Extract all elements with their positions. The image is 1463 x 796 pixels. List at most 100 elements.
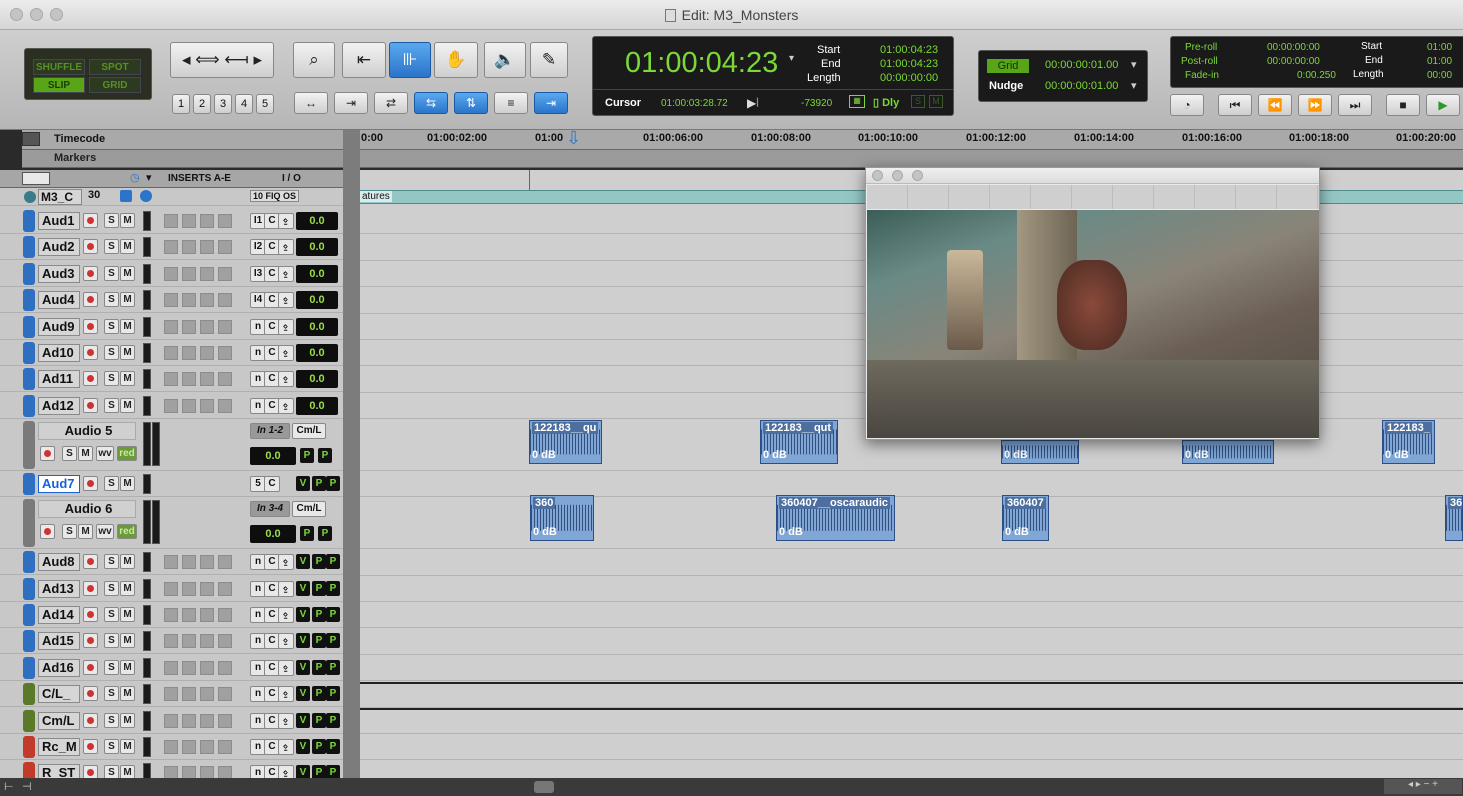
pan-button[interactable]: P — [312, 607, 326, 622]
solo-button[interactable]: S — [104, 239, 119, 255]
pan-button[interactable]: P — [326, 633, 340, 649]
scrubber-tool-icon[interactable]: 🔈 — [484, 42, 526, 78]
insert-slot[interactable] — [200, 608, 214, 622]
counter-dropdown-icon[interactable]: ▾ — [789, 53, 794, 64]
record-enable-icon[interactable] — [83, 345, 98, 360]
insert-slot[interactable] — [218, 555, 232, 570]
voice-button[interactable]: V — [296, 554, 310, 570]
rewind-icon[interactable]: ⏪ — [1258, 94, 1292, 116]
voice-button[interactable]: V — [296, 580, 310, 596]
volume-icon[interactable]: ⍚ — [278, 213, 294, 229]
mute-button[interactable]: M — [78, 446, 93, 462]
horizontal-scrollbar[interactable]: ⊢ ⊣ ◂ ▸ − + — [0, 778, 1463, 796]
pan-button[interactable]: P — [326, 580, 340, 596]
record-enable-icon[interactable] — [83, 476, 98, 492]
waveform-view-button[interactable]: wv — [96, 524, 114, 540]
track-name[interactable]: Audio 6 — [38, 500, 136, 519]
voice-button[interactable]: V — [296, 659, 310, 675]
insert-slot[interactable] — [218, 398, 232, 413]
track-name[interactable]: C/L_ — [38, 685, 80, 704]
insert-slot[interactable] — [182, 398, 196, 413]
zoomer-tool-icon[interactable]: ⌕ — [293, 42, 335, 78]
solo-button[interactable]: S — [104, 397, 119, 413]
insert-slot[interactable] — [182, 240, 196, 255]
track-row[interactable]: Ad11 S Mn C ⍚ 0.0 — [0, 366, 345, 393]
track-row[interactable]: Ad12 S Mn C ⍚ 0.0 — [0, 393, 345, 419]
track-color-bar[interactable] — [23, 577, 35, 600]
record-enable-icon[interactable] — [40, 524, 55, 540]
insert-slot[interactable] — [164, 319, 178, 334]
track-color-bar[interactable] — [23, 709, 35, 732]
volume-icon[interactable]: ⍚ — [278, 686, 294, 703]
insert-slot[interactable] — [182, 372, 196, 387]
solo-button[interactable]: S — [62, 446, 77, 462]
selection-end[interactable]: 01:00:04:23 — [880, 58, 938, 70]
output-selector[interactable]: C — [264, 476, 280, 493]
record-enable-icon[interactable] — [40, 446, 55, 462]
zoom-preset-5[interactable]: 5 — [256, 94, 274, 114]
midi-input-icon[interactable]: ▦ — [849, 95, 865, 108]
pan-button[interactable]: P — [326, 659, 340, 675]
pane-divider[interactable] — [343, 130, 360, 778]
mute-button[interactable]: M — [120, 345, 135, 360]
solo-button[interactable]: S — [104, 476, 119, 492]
mute-button[interactable]: M — [78, 524, 93, 540]
audio-clip[interactable]: 122183_ 0 dB — [1382, 420, 1435, 464]
volume-icon[interactable]: ⍚ — [278, 554, 294, 571]
insert-slot[interactable] — [164, 581, 178, 596]
insert-slot[interactable] — [200, 634, 214, 649]
insert-slot[interactable] — [200, 398, 214, 413]
grabber-tool-icon[interactable]: ✋ — [434, 42, 478, 78]
output-selector[interactable]: Cm/L — [292, 501, 326, 518]
insert-slot[interactable] — [200, 266, 214, 281]
volume-icon[interactable]: ⍚ — [278, 265, 294, 282]
solo-button[interactable]: S — [104, 659, 119, 675]
volume-icon[interactable]: ⍚ — [278, 239, 294, 256]
solo-button[interactable]: S — [104, 712, 119, 728]
scroll-thumb[interactable] — [534, 781, 554, 793]
volume-icon[interactable]: ⍚ — [278, 659, 294, 676]
pan-button[interactable]: P — [312, 554, 326, 570]
insert-slot[interactable] — [164, 346, 178, 360]
track-row[interactable]: Aud7 S M 5 C V P P — [0, 471, 345, 498]
insert-slot[interactable] — [200, 240, 214, 255]
insert-slot[interactable] — [164, 293, 178, 308]
solo-button[interactable]: S — [104, 265, 119, 281]
pan-button[interactable]: P — [318, 448, 332, 464]
insert-slot[interactable] — [182, 713, 196, 728]
insert-slot[interactable] — [218, 372, 232, 387]
waveform-view-button[interactable]: wv — [96, 446, 114, 462]
mute-button[interactable]: M — [120, 213, 135, 228]
zoom-preset-3[interactable]: 3 — [214, 94, 232, 114]
track-row[interactable]: Rc_M S Mn C ⍚ V P P — [0, 734, 345, 760]
record-enable-icon[interactable] — [83, 739, 98, 754]
pan-button[interactable]: P — [312, 739, 326, 754]
record-enable-icon[interactable] — [83, 318, 98, 334]
mute-button[interactable]: M — [120, 239, 135, 255]
record-enable-icon[interactable] — [83, 712, 98, 728]
volume-icon[interactable]: ⍚ — [278, 739, 294, 755]
volume-icon[interactable]: ⍚ — [278, 580, 294, 597]
fadein-label[interactable]: Fade-in — [1185, 70, 1219, 81]
record-enable-icon[interactable] — [83, 633, 98, 649]
insert-slot[interactable] — [218, 266, 232, 281]
track-color-bar[interactable] — [23, 683, 35, 706]
solo-button[interactable]: S — [104, 633, 119, 649]
track-name[interactable]: Rc_M — [38, 738, 80, 756]
solo-button[interactable]: S — [104, 554, 119, 570]
pan-button[interactable]: P — [312, 476, 326, 492]
insert-slot[interactable] — [200, 372, 214, 387]
nudge-value[interactable]: 00:00:00:01.00 — [1045, 80, 1118, 92]
mute-button[interactable]: M — [120, 292, 135, 308]
zoom-buttons[interactable]: ◂ ⟺ ⟻ ▸ — [170, 42, 274, 78]
insert-slot[interactable] — [218, 319, 232, 334]
volume-value[interactable]: 0.0 — [296, 291, 338, 310]
insert-slot[interactable] — [164, 740, 178, 754]
track-name[interactable]: Aud1 — [38, 212, 80, 230]
track-name[interactable]: Ad15 — [38, 632, 80, 651]
insert-slot[interactable] — [182, 687, 196, 702]
track-toggle-icon[interactable] — [24, 191, 36, 203]
insert-slot[interactable] — [182, 740, 196, 754]
insert-slot[interactable] — [200, 293, 214, 308]
mute-button[interactable]: M — [120, 607, 135, 622]
